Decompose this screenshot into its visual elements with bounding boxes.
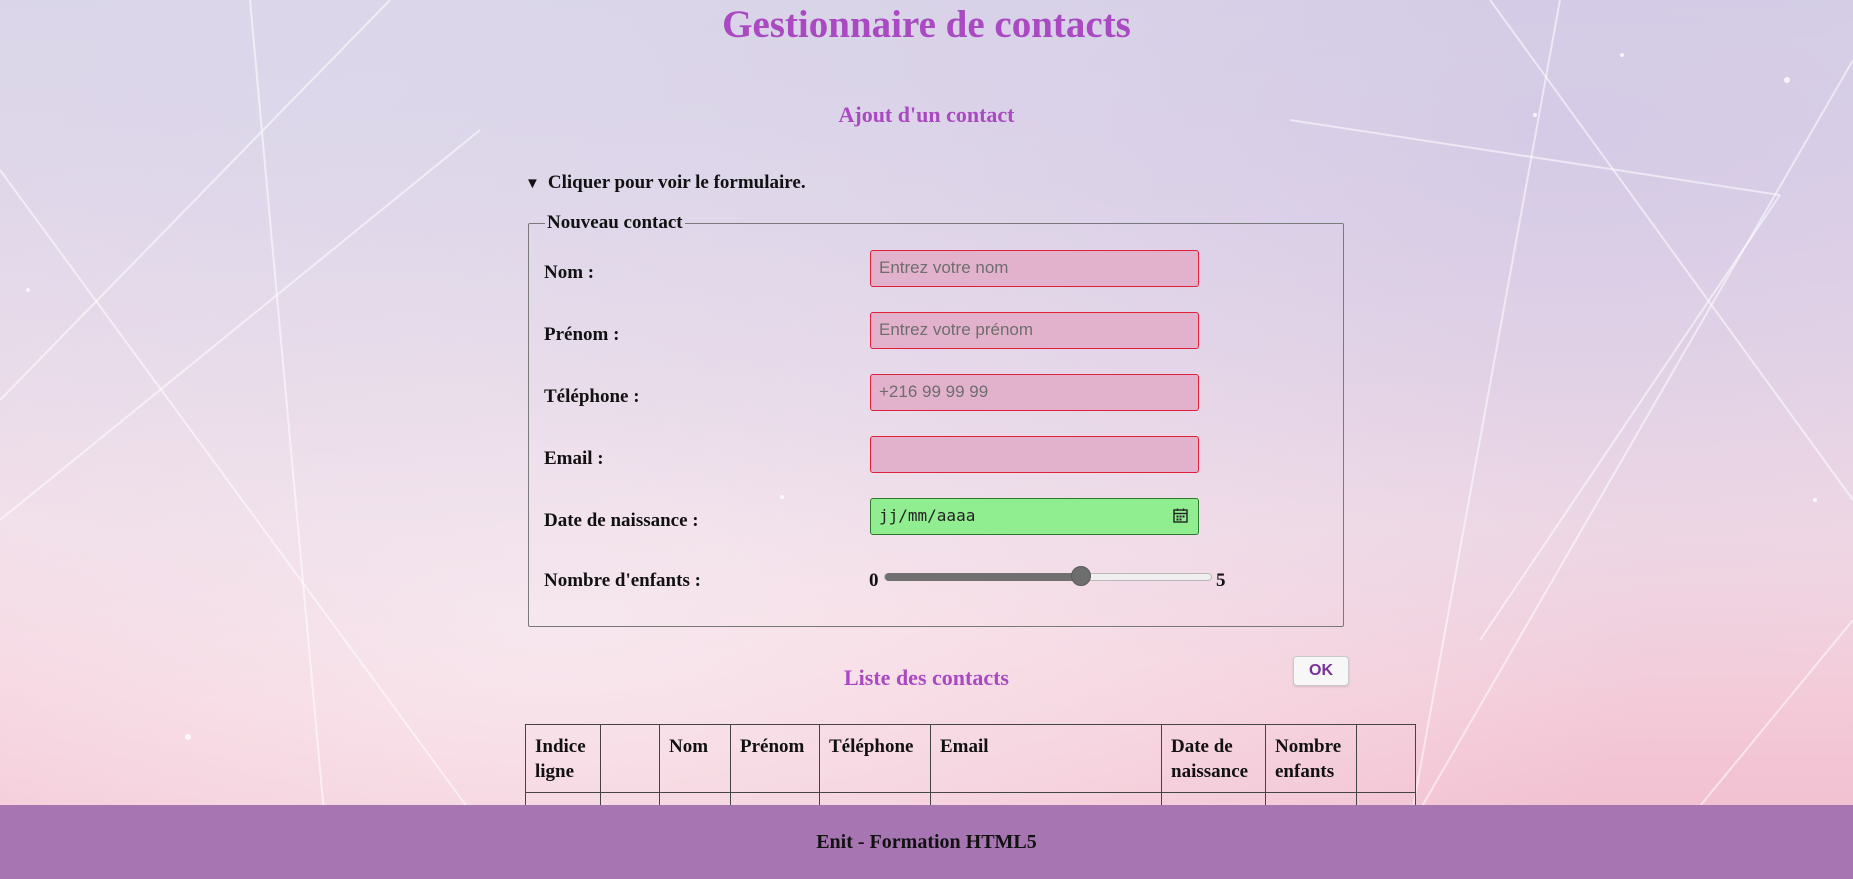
date-naissance-label: Date de naissance :	[544, 510, 699, 531]
slider-fill	[885, 573, 1082, 581]
list-section-title: Liste des contacts	[844, 665, 1009, 690]
nom-input-placeholder: Entrez votre nom	[879, 258, 1009, 277]
nom-input[interactable]: Entrez votre nom	[870, 250, 1199, 287]
telephone-input-placeholder: +216 99 99 99	[879, 382, 989, 401]
telephone-label: Téléphone :	[544, 386, 640, 407]
header-email: Email	[930, 724, 1162, 793]
header-telephone: Téléphone	[819, 724, 931, 793]
date-input-placeholder: jj/mm/aaaa	[879, 506, 976, 525]
date-naissance-input[interactable]: jj/mm/aaaa	[870, 498, 1199, 535]
slider-thumb[interactable]	[1070, 566, 1091, 586]
nom-label: Nom :	[544, 262, 595, 283]
prenom-label: Prénom :	[544, 324, 620, 345]
header-indice-ligne: Indice ligne	[525, 724, 601, 793]
form-toggle-label: Cliquer pour voir le formulaire.	[547, 172, 806, 193]
calendar-icon[interactable]	[1173, 508, 1188, 523]
header-date-naissance: Date de naissance	[1161, 724, 1266, 793]
prenom-input-placeholder: Entrez votre prénom	[879, 320, 1034, 339]
email-input[interactable]	[870, 436, 1199, 473]
header-blank-1	[600, 724, 660, 793]
form-toggle-summary[interactable]: ▼ Cliquer pour voir le formulaire.	[525, 172, 806, 194]
header-nombre-enfants: Nombre enfants	[1265, 724, 1357, 793]
header-prenom: Prénom	[730, 724, 820, 793]
ok-button[interactable]: OK	[1293, 656, 1349, 686]
disclosure-triangle-icon: ▼	[525, 176, 540, 192]
email-label: Email :	[544, 448, 604, 469]
page-footer: Enit - Formation HTML5	[0, 805, 1853, 879]
form-section-title: Ajout d'un contact	[838, 102, 1015, 127]
fieldset-legend: Nouveau contact	[547, 212, 683, 233]
table-header-row: Indice ligne Nom Prénom Téléphone Email D…	[525, 724, 1416, 793]
telephone-input[interactable]: +216 99 99 99	[870, 374, 1199, 411]
range-max-label: 5	[1216, 570, 1226, 591]
page-title: Gestionnaire de contacts	[722, 3, 1131, 46]
header-nom: Nom	[659, 724, 731, 793]
header-blank-2	[1356, 724, 1416, 793]
nombre-enfants-slider[interactable]	[884, 573, 1212, 581]
prenom-input[interactable]: Entrez votre prénom	[870, 312, 1199, 349]
range-min-label: 0	[869, 570, 879, 591]
page-content: Gestionnaire de contacts Ajout d'un cont…	[0, 0, 1853, 879]
nombre-enfants-label: Nombre d'enfants :	[544, 570, 701, 591]
